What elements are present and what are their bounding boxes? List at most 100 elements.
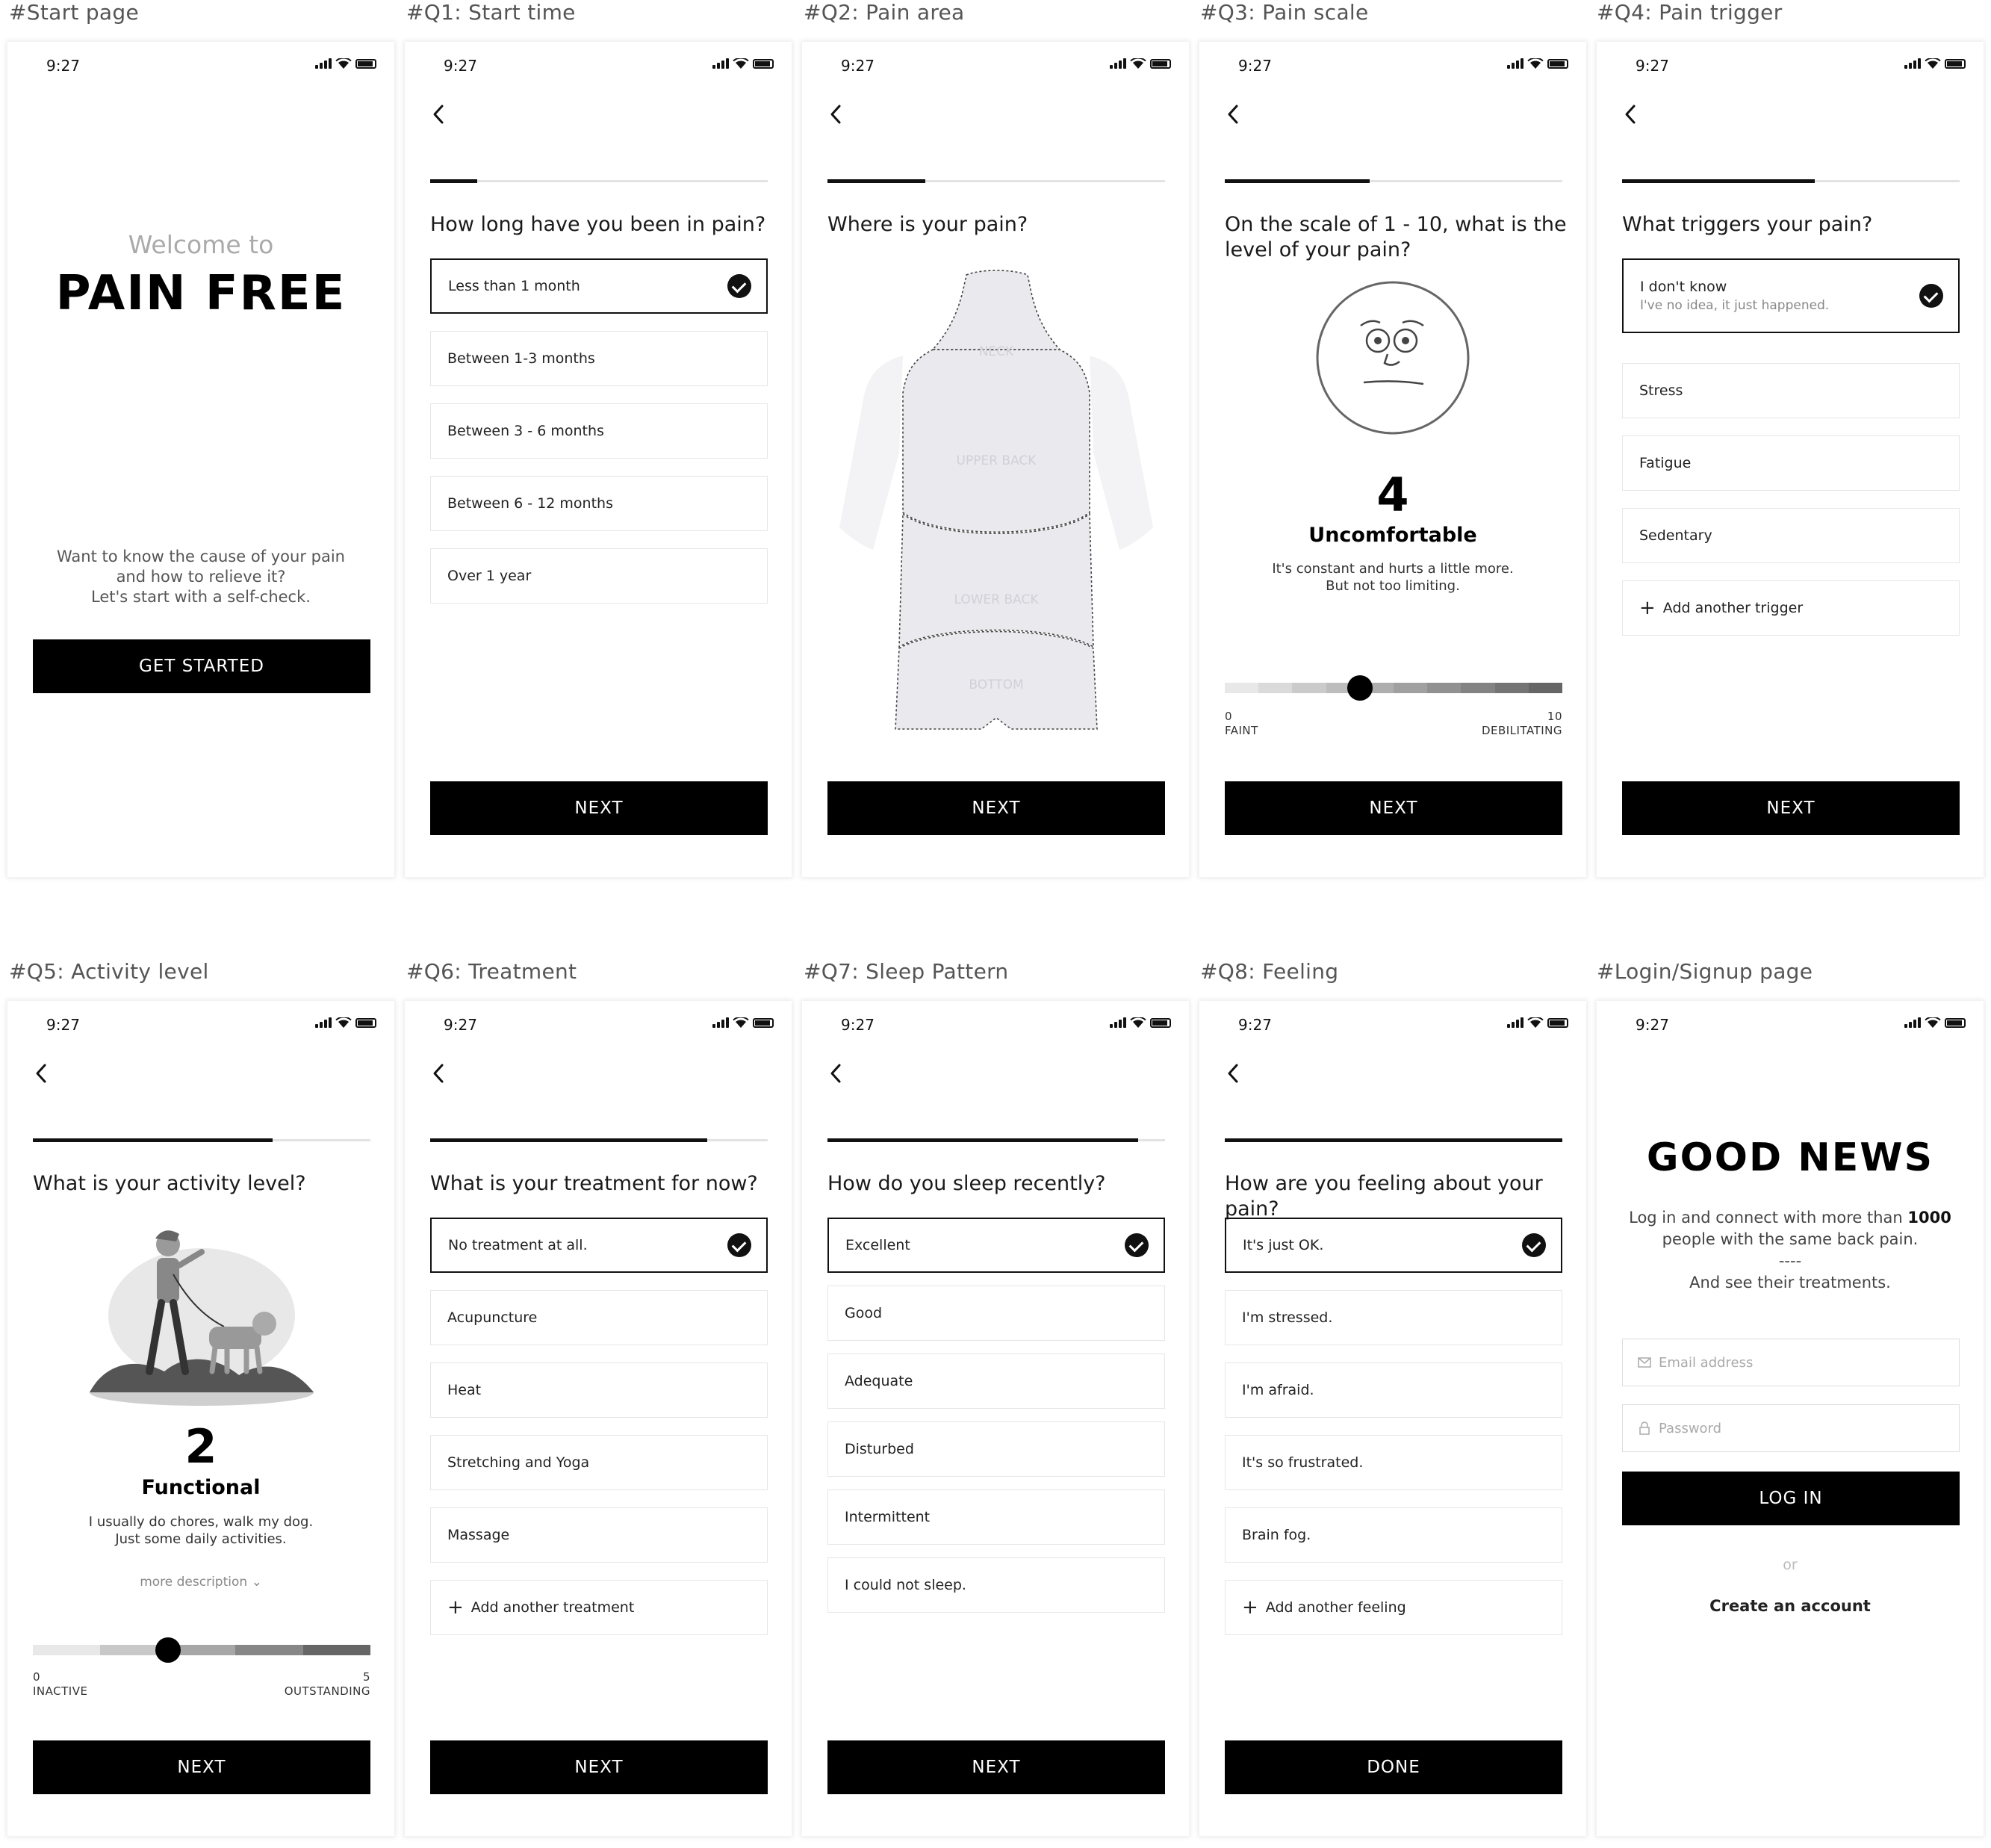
screen-q6: 9:27 What is your treatment for now? No … [405,1001,792,1836]
option-item[interactable]: Fatigue [1622,435,1960,491]
caption-q7: #Q7: Sleep Pattern [804,959,1009,984]
question-text: What triggers your pain? [1622,213,1873,236]
pain-desc-line: But not too limiting. [1326,578,1460,594]
caption-q1: #Q1: Start time [406,0,576,25]
option-item[interactable]: No treatment at all. [430,1218,768,1273]
option-item[interactable]: Massage [430,1507,768,1563]
back-button[interactable] [1225,102,1241,127]
option-item[interactable]: Disturbed [827,1421,1165,1477]
check-icon [727,1233,751,1257]
create-account-link[interactable]: Create an account [1597,1597,1984,1615]
option-item[interactable]: I'm afraid. [1225,1362,1562,1418]
add-trigger-button[interactable]: + Add another trigger [1622,580,1960,636]
area-upper-back[interactable] [902,349,1090,533]
option-label: Brain fog. [1242,1527,1311,1543]
status-time: 9:27 [841,57,875,75]
option-item[interactable]: Sedentary [1622,508,1960,563]
add-label: Add another treatment [470,1599,635,1616]
option-label: I don't know [1640,279,1727,295]
password-placeholder: Password [1659,1420,1722,1436]
screen-q5: 9:27 What is your activity level? 2 Func… [7,1001,394,1836]
next-button[interactable]: NEXT [33,1740,370,1794]
login-divider: ---- [1778,1252,1802,1270]
option-item[interactable]: Less than 1 month [430,258,768,314]
activity-value: 2 [184,1419,217,1474]
start-desc-line: Want to know the cause of your pain [57,548,345,565]
back-button[interactable] [33,1061,49,1086]
option-item[interactable]: I'm stressed. [1225,1290,1562,1345]
add-treatment-button[interactable]: + Add another treatment [430,1580,768,1635]
option-item[interactable]: Stress [1622,363,1960,418]
status-indicators [315,58,376,69]
back-button[interactable] [1622,102,1639,127]
get-started-button[interactable]: GET STARTED [33,639,370,693]
next-button[interactable]: NEXT [430,781,768,835]
status-time: 9:27 [1636,57,1669,75]
pain-desc-line: It's constant and hurts a little more. [1272,561,1514,577]
back-button[interactable] [430,102,447,127]
lock-icon [1638,1421,1651,1435]
back-button[interactable] [827,102,844,127]
activity-slider-track[interactable] [33,1645,371,1655]
option-label: It's just OK. [1243,1237,1324,1253]
back-button[interactable] [827,1061,844,1086]
login-desc-text: Log in and connect with more than [1629,1209,1908,1227]
option-item[interactable]: Over 1 year [430,548,768,604]
next-button[interactable]: NEXT [1622,781,1960,835]
activity-label: Functional [141,1476,261,1499]
status-indicators [1110,1017,1171,1028]
option-label: Excellent [845,1237,910,1253]
option-item[interactable]: Stretching and Yoga [430,1435,768,1490]
wifi-icon [1925,58,1941,69]
area-lower-back[interactable] [898,512,1094,648]
chevron-left-icon [1228,105,1238,124]
option-item[interactable]: It's so frustrated. [1225,1435,1562,1490]
email-field[interactable]: Email address [1622,1339,1960,1386]
back-button[interactable] [1225,1061,1241,1086]
login-button[interactable]: LOG IN [1622,1472,1960,1525]
option-label: Fatigue [1639,455,1692,471]
status-time: 9:27 [444,1016,477,1034]
add-feeling-button[interactable]: + Add another feeling [1225,1580,1562,1635]
caption-q2: #Q2: Pain area [804,0,965,25]
option-item[interactable]: Adequate [827,1354,1165,1409]
option-item[interactable]: Between 1-3 months [430,331,768,386]
password-field[interactable]: Password [1622,1404,1960,1452]
wifi-icon [733,1017,749,1028]
option-item[interactable]: Excellent [827,1218,1165,1273]
option-item[interactable]: Good [827,1286,1165,1341]
done-button[interactable]: DONE [1225,1740,1562,1794]
caption-login: #Login/Signup page [1597,959,1813,984]
next-button[interactable]: NEXT [827,781,1165,835]
option-item[interactable]: I could not sleep. [827,1557,1165,1613]
option-item[interactable]: Acupuncture [430,1290,768,1345]
next-button[interactable]: NEXT [827,1740,1165,1794]
pain-slider-track[interactable] [1225,683,1563,693]
progress-bar [430,1138,768,1142]
status-time: 9:27 [1238,57,1272,75]
more-description-link[interactable]: more description ⌄ [7,1575,394,1590]
next-button[interactable]: NEXT [430,1740,768,1794]
option-item[interactable]: It's just OK. [1225,1218,1562,1273]
option-item[interactable]: Between 3 - 6 months [430,403,768,459]
option-item[interactable]: I don't know I've no idea, it just happe… [1622,258,1960,333]
progress-bar [827,179,1165,183]
next-button[interactable]: NEXT [1225,781,1562,835]
option-item[interactable]: Brain fog. [1225,1507,1562,1563]
pain-slider-thumb[interactable] [1347,675,1373,701]
area-neck[interactable] [931,270,1061,350]
back-button[interactable] [430,1061,447,1086]
body-back-diagram: NECK UPPER BACK LOWER BACK BOTTOM [839,270,1153,730]
option-label: Between 6 - 12 months [447,495,613,512]
start-desc-line: and how to relieve it? [116,568,286,586]
option-item[interactable]: Intermittent [827,1489,1165,1545]
signal-icon [1110,58,1126,69]
chevron-left-icon [1625,105,1636,124]
progress-bar [1225,179,1562,183]
option-item[interactable]: Heat [430,1362,768,1418]
option-item[interactable]: Between 6 - 12 months [430,476,768,531]
slider-min-label: 0 FAINT [1225,710,1258,738]
option-label: Sedentary [1639,527,1712,544]
activity-slider-thumb[interactable] [155,1637,181,1663]
area-label: UPPER BACK [957,453,1037,468]
